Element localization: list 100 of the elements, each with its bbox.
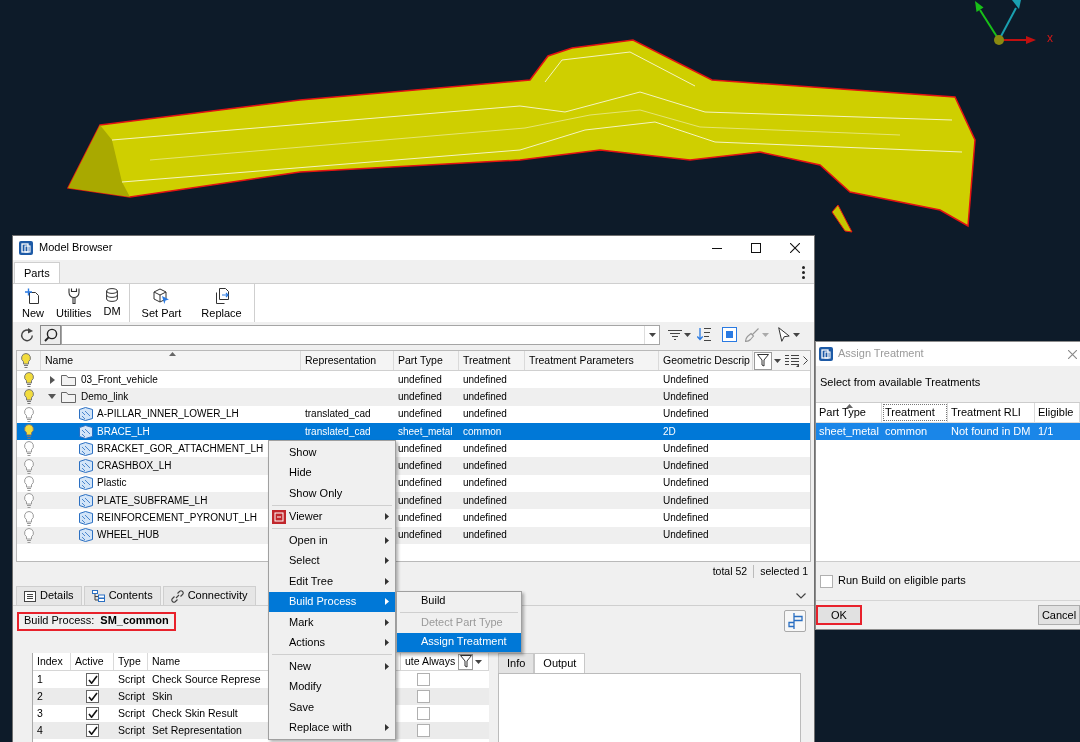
column-header[interactable]: Active	[75, 655, 104, 668]
columns-icon[interactable]	[785, 354, 799, 367]
part-name[interactable]: A-PILLAR_INNER_LOWER_LH	[97, 408, 239, 421]
menu-item[interactable]: Save	[269, 697, 395, 718]
layout-button[interactable]	[784, 610, 806, 632]
part-name[interactable]: PLATE_SUBFRAME_LH	[97, 494, 208, 507]
menu-item[interactable]: Build Process	[269, 591, 395, 612]
toolbar-button[interactable]: New	[16, 284, 50, 322]
checkbox[interactable]	[417, 673, 430, 686]
more-options-icon[interactable]	[802, 266, 805, 279]
part-name[interactable]: BRACE_LH	[97, 425, 150, 438]
tab[interactable]: Parts	[14, 262, 60, 283]
column-header[interactable]: Treatment Parameters	[525, 351, 659, 370]
tab[interactable]: Output	[534, 653, 586, 673]
menu-item[interactable]: Assign Treatment	[397, 632, 521, 652]
bulb-icon[interactable]	[24, 441, 34, 457]
toolbar-button[interactable]: Replace	[191, 284, 252, 322]
checkbox[interactable]	[820, 574, 833, 588]
part-name[interactable]: Plastic	[97, 477, 127, 490]
menu-item[interactable]: Open in	[269, 530, 395, 551]
folder-name[interactable]: 03_Front_vehicle	[81, 373, 158, 386]
maximize-icon[interactable]	[751, 243, 761, 253]
refresh-icon[interactable]	[20, 327, 34, 342]
chevron-down-icon[interactable]	[796, 592, 806, 599]
list-icon[interactable]	[668, 329, 682, 340]
caret-icon[interactable]	[793, 332, 800, 337]
align-icon	[787, 613, 803, 629]
menu-item[interactable]: Edit Tree	[269, 571, 395, 592]
checkbox[interactable]	[417, 707, 430, 720]
menu-item[interactable]: Hide	[269, 462, 395, 483]
menu-item[interactable]: Replace with	[269, 717, 395, 738]
dialog-button[interactable]: Cancel	[1038, 605, 1080, 625]
part-name[interactable]: CRASHBOX_LH	[97, 460, 172, 473]
bulb-icon[interactable]	[24, 389, 34, 405]
toolbar-button[interactable]: Set Part	[131, 284, 192, 322]
column-header[interactable]: Name	[152, 655, 180, 668]
bulb-icon[interactable]	[24, 527, 34, 543]
tab[interactable]: Connectivity	[162, 586, 256, 605]
part-name[interactable]: WHEEL_HUB	[97, 529, 160, 542]
column-header[interactable]: Treatment	[459, 351, 525, 370]
part-name[interactable]: BRACKET_GOR_ATTACHMENT_LH	[97, 442, 264, 455]
menu-item[interactable]: Viewer	[269, 506, 395, 527]
checkbox[interactable]	[86, 673, 99, 686]
toolbar-button[interactable]: DM	[97, 284, 127, 322]
caret-icon[interactable]	[475, 659, 483, 664]
table-row[interactable]: sheet_metal common Not found in DM 1/1	[816, 423, 1080, 440]
checkbox[interactable]	[417, 724, 430, 737]
cursor-icon[interactable]	[778, 327, 790, 342]
column-header[interactable]: Eligible	[1035, 403, 1080, 422]
part-name[interactable]: REINFORCEMENT_PYRONUT_LH	[97, 512, 258, 524]
menu-item[interactable]: Modify	[269, 676, 395, 697]
folder-name[interactable]: Demo_link	[81, 390, 129, 403]
column-header[interactable]: Treatment RLI	[948, 403, 1035, 422]
tab[interactable]: Details	[16, 586, 82, 605]
menu-item[interactable]: Show	[269, 442, 395, 463]
bulb-icon[interactable]	[24, 510, 34, 526]
collapse-arrow-icon[interactable]	[48, 394, 56, 400]
bulb-icon[interactable]	[24, 372, 34, 388]
column-header[interactable]: Part Type	[394, 351, 459, 370]
tab[interactable]: Contents	[83, 586, 161, 605]
column-header[interactable]: Index	[37, 655, 63, 668]
caret-icon[interactable]	[774, 358, 781, 363]
checkbox[interactable]	[86, 724, 99, 737]
menu-item[interactable]: Actions	[269, 632, 395, 653]
expand-arrow-icon[interactable]	[49, 375, 55, 384]
filter-button[interactable]	[458, 653, 474, 670]
bulb-icon[interactable]	[24, 475, 34, 491]
column-header[interactable]: ute Always	[405, 655, 456, 668]
menu-item[interactable]: Build	[397, 591, 521, 611]
caret-icon[interactable]	[684, 332, 691, 337]
select-square-icon[interactable]	[722, 327, 737, 342]
checkbox[interactable]	[417, 690, 430, 703]
toolbar-button[interactable]: Utilities	[50, 284, 98, 322]
column-header[interactable]: Treatment	[882, 403, 948, 422]
bulb-icon[interactable]	[24, 406, 34, 422]
checkbox[interactable]	[86, 690, 99, 703]
column-header[interactable]: Representation	[301, 351, 394, 370]
filter-button[interactable]	[754, 351, 772, 370]
bulb-icon[interactable]	[24, 493, 34, 509]
checkbox[interactable]	[86, 707, 99, 720]
menu-item[interactable]: Mark	[269, 612, 395, 633]
minimize-icon[interactable]	[712, 247, 722, 249]
bulb-icon[interactable]	[24, 424, 34, 440]
search-field[interactable]	[61, 324, 660, 345]
close-icon[interactable]	[790, 243, 800, 253]
search-button[interactable]	[40, 324, 61, 345]
menu-item[interactable]: Select	[269, 550, 395, 571]
column-header[interactable]: Type	[118, 655, 141, 668]
chevron-right-icon[interactable]	[803, 356, 808, 365]
column-header[interactable]: Name	[41, 351, 301, 370]
column-header[interactable]: Part Type	[816, 403, 882, 422]
bulb-icon[interactable]	[24, 458, 34, 474]
menu-item[interactable]: Show Only	[269, 483, 395, 504]
column-header[interactable]: Geometric Descrip	[659, 351, 753, 370]
tab[interactable]: Info	[498, 653, 535, 673]
menu-item[interactable]: New	[269, 656, 395, 677]
tree-row[interactable]: BRACE_LH translated_cad sheet_metal common 2D	[17, 422, 810, 441]
caret-icon[interactable]	[648, 332, 656, 337]
sort-icon[interactable]	[697, 328, 711, 341]
dialog-button[interactable]: OK	[816, 605, 862, 625]
